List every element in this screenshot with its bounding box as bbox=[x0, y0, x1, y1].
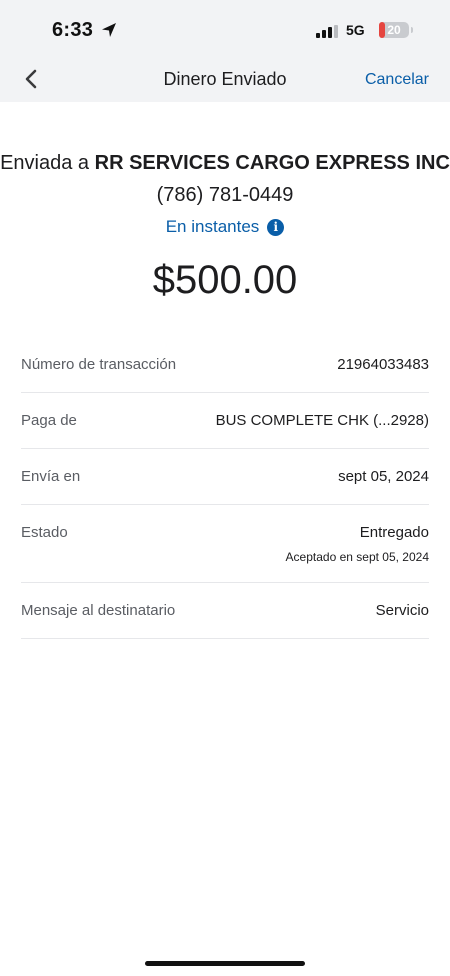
cancel-button[interactable]: Cancelar bbox=[365, 71, 429, 89]
detail-value: BUS COMPLETE CHK (...2928) bbox=[215, 412, 429, 429]
detail-label: Envía en bbox=[21, 468, 81, 485]
info-icon[interactable]: i bbox=[267, 218, 285, 236]
detail-row-message: Mensaje al destinatario Servicio bbox=[21, 583, 429, 639]
recipient-name: RR SERVICES CARGO EXPRESS INC bbox=[94, 152, 450, 174]
detail-value: 21964033483 bbox=[337, 356, 429, 373]
battery-percentage: 20 bbox=[387, 23, 401, 37]
navigation-bar: Dinero Enviado Cancelar bbox=[0, 56, 450, 102]
detail-label: Mensaje al destinatario bbox=[21, 602, 176, 619]
home-indicator[interactable] bbox=[145, 961, 305, 966]
detail-label: Número de transacción bbox=[21, 356, 177, 373]
detail-row-pay-from: Paga de BUS COMPLETE CHK (...2928) bbox=[21, 393, 429, 449]
status-value: Entregado bbox=[359, 524, 429, 541]
battery-cap bbox=[411, 27, 413, 33]
transaction-details: Número de transacción 21964033483 Paga d… bbox=[21, 337, 429, 639]
recipient-line: Enviada a RR SERVICES CARGO EXPRESS INC bbox=[0, 152, 450, 175]
status-bar: 6:33 5G 20 bbox=[0, 0, 450, 56]
amount: $500.00 bbox=[152, 258, 298, 302]
network-type-label: 5G bbox=[346, 22, 365, 38]
detail-value: Servicio bbox=[375, 602, 429, 619]
detail-row-send-on: Envía en sept 05, 2024 bbox=[21, 449, 429, 505]
detail-row-status: Estado Entregado Aceptado en sept 05, 20… bbox=[21, 505, 429, 583]
detail-row-transaction-number: Número de transacción 21964033483 bbox=[21, 337, 429, 393]
delivery-speed-label[interactable]: En instantes bbox=[166, 217, 260, 237]
status-time: 6:33 bbox=[52, 19, 94, 41]
battery-icon: 20 bbox=[379, 22, 409, 38]
detail-value: sept 05, 2024 bbox=[338, 468, 429, 485]
delivery-speed: En instantes i bbox=[0, 217, 450, 237]
recipient-prefix: Enviada a bbox=[0, 152, 90, 174]
status-accepted-date: Aceptado en sept 05, 2024 bbox=[285, 550, 429, 564]
location-arrow-icon bbox=[102, 23, 116, 37]
detail-label: Paga de bbox=[21, 412, 77, 429]
detail-label: Estado bbox=[21, 524, 68, 541]
cellular-signal-icon bbox=[316, 25, 338, 38]
recipient-phone: (786) 781-0449 bbox=[156, 184, 294, 206]
